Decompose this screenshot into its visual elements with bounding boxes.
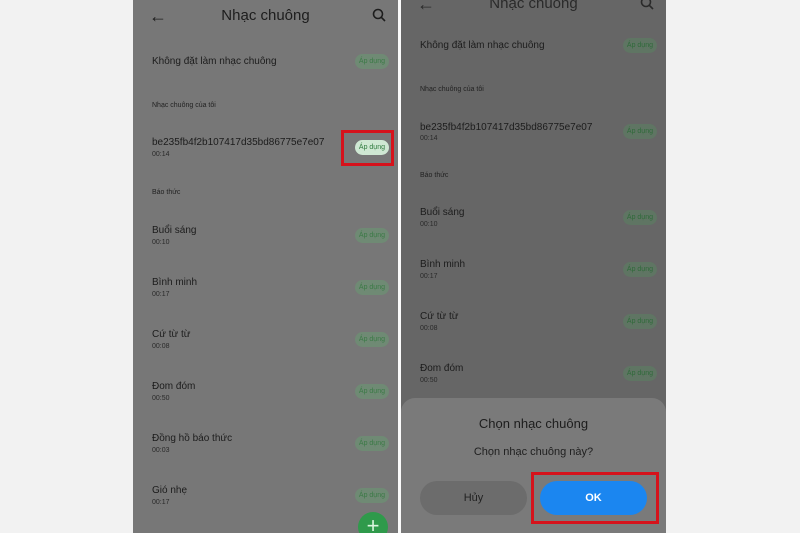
apply-button[interactable]: Áp dụng xyxy=(622,38,657,53)
page-title: Nhạc chuông xyxy=(489,0,578,12)
item-name: Không đặt làm nhạc chuông xyxy=(152,56,277,67)
apply-button[interactable]: Áp dụng xyxy=(622,314,657,329)
list-item[interactable]: Đom đóm 00:50 Áp dụng xyxy=(133,378,398,406)
highlight-box-apply xyxy=(341,130,394,166)
item-name: Buổi sáng xyxy=(420,207,465,218)
list-item[interactable]: Đồng hồ báo thức 00:03 Áp dụng xyxy=(133,430,398,458)
apply-button[interactable]: Áp dụng xyxy=(622,262,657,277)
list-item-no-ringtone[interactable]: Không đặt làm nhạc chuông Áp dụng xyxy=(401,36,666,60)
section-header-alarms: Báo thức xyxy=(152,189,181,196)
search-icon[interactable] xyxy=(372,8,386,27)
list-item[interactable]: Buổi sáng 00:10 Áp dụng xyxy=(401,205,666,233)
item-name: Cứ từ từ xyxy=(420,311,459,322)
item-duration: 00:14 xyxy=(420,135,438,142)
item-duration: 00:17 xyxy=(152,291,170,298)
list-item-no-ringtone[interactable]: Không đặt làm nhạc chuông Áp dụng xyxy=(133,50,398,74)
item-name: Buổi sáng xyxy=(152,225,197,236)
apply-button[interactable]: Áp dụng xyxy=(354,436,389,451)
item-duration: 00:17 xyxy=(420,273,438,280)
item-duration: 00:10 xyxy=(420,221,438,228)
item-name: Gió nhẹ xyxy=(152,485,188,496)
cancel-button[interactable]: Hủy xyxy=(420,481,527,515)
section-header-my-ringtones: Nhạc chuông của tôi xyxy=(152,102,216,109)
apply-button[interactable]: Áp dụng xyxy=(622,124,657,139)
item-duration: 00:14 xyxy=(152,151,170,158)
item-name: Đồng hồ báo thức xyxy=(152,433,233,444)
ringtone-screen-left: ← Nhạc chuông Không đặt làm nhạc chuông … xyxy=(133,0,398,533)
apply-button[interactable]: Áp dụng xyxy=(354,384,389,399)
apply-button[interactable]: Áp dụng xyxy=(354,332,389,347)
search-icon[interactable] xyxy=(640,0,654,15)
page-title: Nhạc chuông xyxy=(221,7,310,24)
item-duration: 00:50 xyxy=(152,395,170,402)
list-item[interactable]: Cứ từ từ 00:08 Áp dụng xyxy=(133,326,398,354)
section-header-alarms: Báo thức xyxy=(420,172,449,179)
apply-button[interactable]: Áp dụng xyxy=(622,210,657,225)
list-item[interactable]: Bình minh 00:17 Áp dụng xyxy=(401,257,666,285)
item-name: Đom đóm xyxy=(152,381,196,392)
item-duration: 00:17 xyxy=(152,499,170,506)
apply-button[interactable]: Áp dụng xyxy=(354,228,389,243)
list-item[interactable]: Gió nhẹ 00:17 Áp dụng xyxy=(133,482,398,510)
item-name: Đom đóm xyxy=(420,363,464,374)
item-duration: 00:50 xyxy=(420,377,438,384)
item-name: Không đặt làm nhạc chuông xyxy=(420,40,545,51)
item-name: Bình minh xyxy=(152,277,198,288)
item-duration: 00:03 xyxy=(152,447,170,454)
list-item[interactable]: Buổi sáng 00:10 Áp dụng xyxy=(133,222,398,250)
ringtone-screen-right: ← Nhạc chuông Không đặt làm nhạc chuông … xyxy=(401,0,666,533)
section-header-my-ringtones: Nhạc chuông của tôi xyxy=(420,86,484,93)
item-name: Cứ từ từ xyxy=(152,329,191,340)
item-name: be235fb4f2b107417d35bd86775e7e07 xyxy=(152,137,325,148)
list-item[interactable]: Đom đóm 00:50 Áp dụng xyxy=(401,361,666,389)
apply-button[interactable]: Áp dụng xyxy=(354,488,389,503)
highlight-box-ok xyxy=(531,472,659,524)
app-header: ← Nhạc chuông xyxy=(133,0,398,34)
add-ringtone-button[interactable]: + xyxy=(358,512,388,533)
list-item-my-ringtone[interactable]: be235fb4f2b107417d35bd86775e7e07 00:14 Á… xyxy=(401,120,666,148)
apply-button[interactable]: Áp dụng xyxy=(354,280,389,295)
item-duration: 00:08 xyxy=(152,343,170,350)
app-header: ← Nhạc chuông xyxy=(401,0,666,22)
dialog-message: Chọn nhạc chuông này? xyxy=(473,446,594,458)
item-name: be235fb4f2b107417d35bd86775e7e07 xyxy=(420,122,593,133)
item-duration: 00:10 xyxy=(152,239,170,246)
dialog-title: Chọn nhạc chuông xyxy=(478,416,589,431)
list-item[interactable]: Bình minh 00:17 Áp dụng xyxy=(133,274,398,302)
list-item[interactable]: Cứ từ từ 00:08 Áp dụng xyxy=(401,309,666,337)
apply-button[interactable]: Áp dụng xyxy=(354,54,389,69)
item-name: Bình minh xyxy=(420,259,466,270)
item-duration: 00:08 xyxy=(420,325,438,332)
apply-button[interactable]: Áp dụng xyxy=(622,366,657,381)
